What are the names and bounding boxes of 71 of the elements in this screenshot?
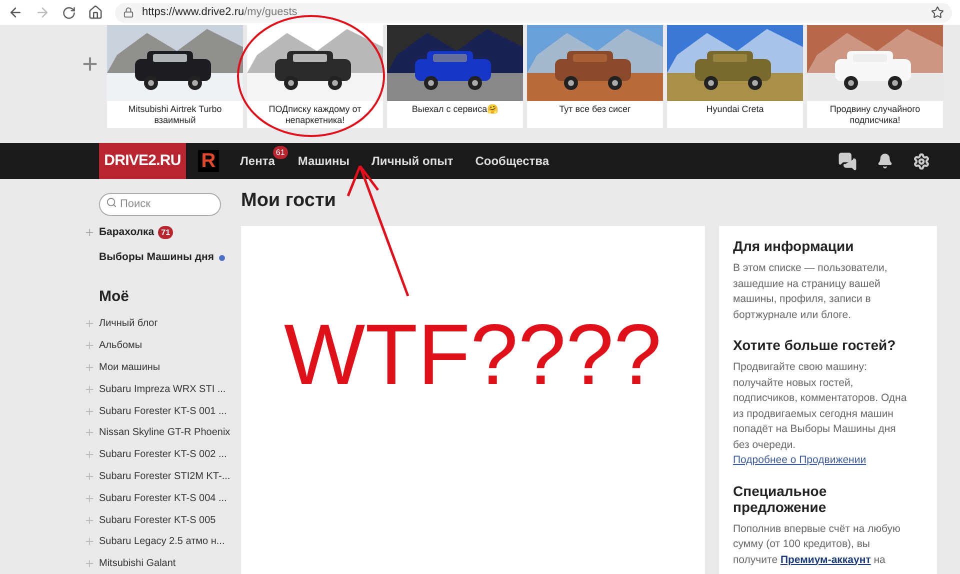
- lock-icon: [123, 7, 134, 18]
- sidebar-link[interactable]: Subaru Forester KT-S 001 ...: [99, 404, 227, 419]
- site-logo[interactable]: DRIVE2.RU: [99, 143, 186, 179]
- expand-icon[interactable]: [84, 227, 95, 238]
- guest-caption: Продвину случайного подписчика!: [828, 103, 922, 126]
- guest-caption: Тут все без сисег: [558, 103, 632, 115]
- info-heading: Специальное предложение: [733, 482, 828, 514]
- add-icon[interactable]: [80, 54, 100, 74]
- nav-link[interactable]: Личный опыт: [372, 152, 454, 170]
- expand-icon[interactable]: [84, 558, 95, 570]
- sidebar-link[interactable]: Subaru Forester KT-S 005: [99, 512, 216, 528]
- info-text: Продвигайте свою машину: получайте новых гостей, подписчиков, комментаторов. Одна из продвигаемых сегодня машин попадёт на Выборы Машины дня без очереди.: [733, 360, 908, 452]
- sidebar-link[interactable]: Мои машины: [99, 360, 160, 375]
- brand-mark[interactable]: R: [198, 150, 219, 172]
- messages-icon[interactable]: [838, 152, 857, 170]
- sidebar-link[interactable]: Альбомы: [99, 338, 142, 354]
- sidebar-link[interactable]: Nissan Skyline GT-R Phoenix: [99, 425, 230, 440]
- reload-icon[interactable]: [62, 6, 76, 20]
- expand-icon[interactable]: [84, 492, 95, 504]
- address-bar[interactable]: https://www.drive2.ru/my/guests: [115, 2, 952, 22]
- guest-caption: Выехал с сервиса🤗: [410, 103, 500, 115]
- expand-icon[interactable]: [84, 514, 95, 526]
- expand-icon[interactable]: [84, 362, 95, 373]
- search-icon: [106, 197, 117, 208]
- nav-link[interactable]: Машины: [298, 152, 350, 170]
- sidebar-link[interactable]: Subaru Impreza WRX STI ...: [99, 382, 226, 397]
- count-badge: 71: [158, 226, 174, 240]
- guest-caption: ПОДписку каждому от непаркетника!: [268, 103, 362, 126]
- annotation-text: WTF????: [284, 306, 662, 405]
- expand-icon[interactable]: [84, 470, 95, 482]
- expand-icon[interactable]: [84, 340, 95, 352]
- info-heading: Для информации: [733, 238, 855, 254]
- premium-link[interactable]: Премиум-аккаунт: [780, 554, 871, 566]
- forward-icon[interactable]: [35, 5, 50, 20]
- sidebar-link[interactable]: Subaru Forester KT-S 002 ...: [99, 447, 227, 462]
- sidebar-link[interactable]: Выборы Машины дня: [99, 250, 214, 266]
- guest-card[interactable]: Выехал с сервиса🤗: [387, 25, 523, 128]
- page-title: Мои гости: [241, 189, 337, 213]
- nav-link[interactable]: Лента: [240, 152, 275, 170]
- sidebar-link[interactable]: Личный блог: [99, 316, 158, 332]
- expand-icon[interactable]: [84, 318, 95, 330]
- sidebar-link[interactable]: Subaru Forester KT-S 004 ...: [99, 490, 227, 506]
- expand-icon[interactable]: [84, 427, 95, 438]
- sidebar-link[interactable]: Subaru Forester STI2M KT-...: [99, 468, 230, 484]
- expand-icon[interactable]: [84, 449, 95, 460]
- notifications-icon[interactable]: [877, 153, 893, 169]
- expand-icon[interactable]: [84, 536, 95, 548]
- home-icon[interactable]: [88, 5, 103, 20]
- search-field[interactable]: Поиск: [99, 192, 221, 216]
- guest-caption: Hyundai Creta: [705, 103, 765, 115]
- guest-card[interactable]: Mitsubishi Airtrek Turbo взаимный: [107, 25, 243, 128]
- guest-card[interactable]: Hyundai Creta: [667, 25, 803, 128]
- url-text: https://www.drive2.ru/my/guests: [142, 5, 298, 20]
- settings-icon[interactable]: [913, 152, 930, 170]
- info-heading: Хотите больше гостей?: [733, 337, 897, 353]
- sidebar-link[interactable]: Барахолка: [99, 225, 154, 241]
- guest-card[interactable]: Тут все без сисег: [527, 25, 663, 128]
- expand-icon[interactable]: [84, 384, 95, 395]
- sidebar-link[interactable]: Subaru Legacy 2.5 атмо н...: [99, 534, 225, 550]
- count-badge: 61: [272, 146, 288, 158]
- guest-caption: Mitsubishi Airtrek Turbo взаимный: [127, 103, 223, 126]
- info-link[interactable]: Подробнее о Продвижении: [733, 453, 909, 468]
- expand-icon[interactable]: [84, 406, 95, 417]
- bookmark-star-icon[interactable]: [931, 6, 944, 19]
- info-text: Пополнив впервые счёт на любую сумму (от 100 кредитов), вы получите Премиум-аккаунт на: [733, 522, 902, 568]
- nav-link[interactable]: Сообщества: [475, 152, 550, 170]
- sidebar-link[interactable]: Mitsubishi Galant: [99, 556, 176, 572]
- info-text: В этом списке — пользователи, зашедшие на страницу вашей машины, профиля, записи в бортжурнале или блоге.: [733, 261, 888, 322]
- guest-card[interactable]: Продвину случайного подписчика!: [807, 25, 943, 128]
- back-icon[interactable]: [8, 5, 23, 20]
- section-title: Моё: [99, 286, 130, 306]
